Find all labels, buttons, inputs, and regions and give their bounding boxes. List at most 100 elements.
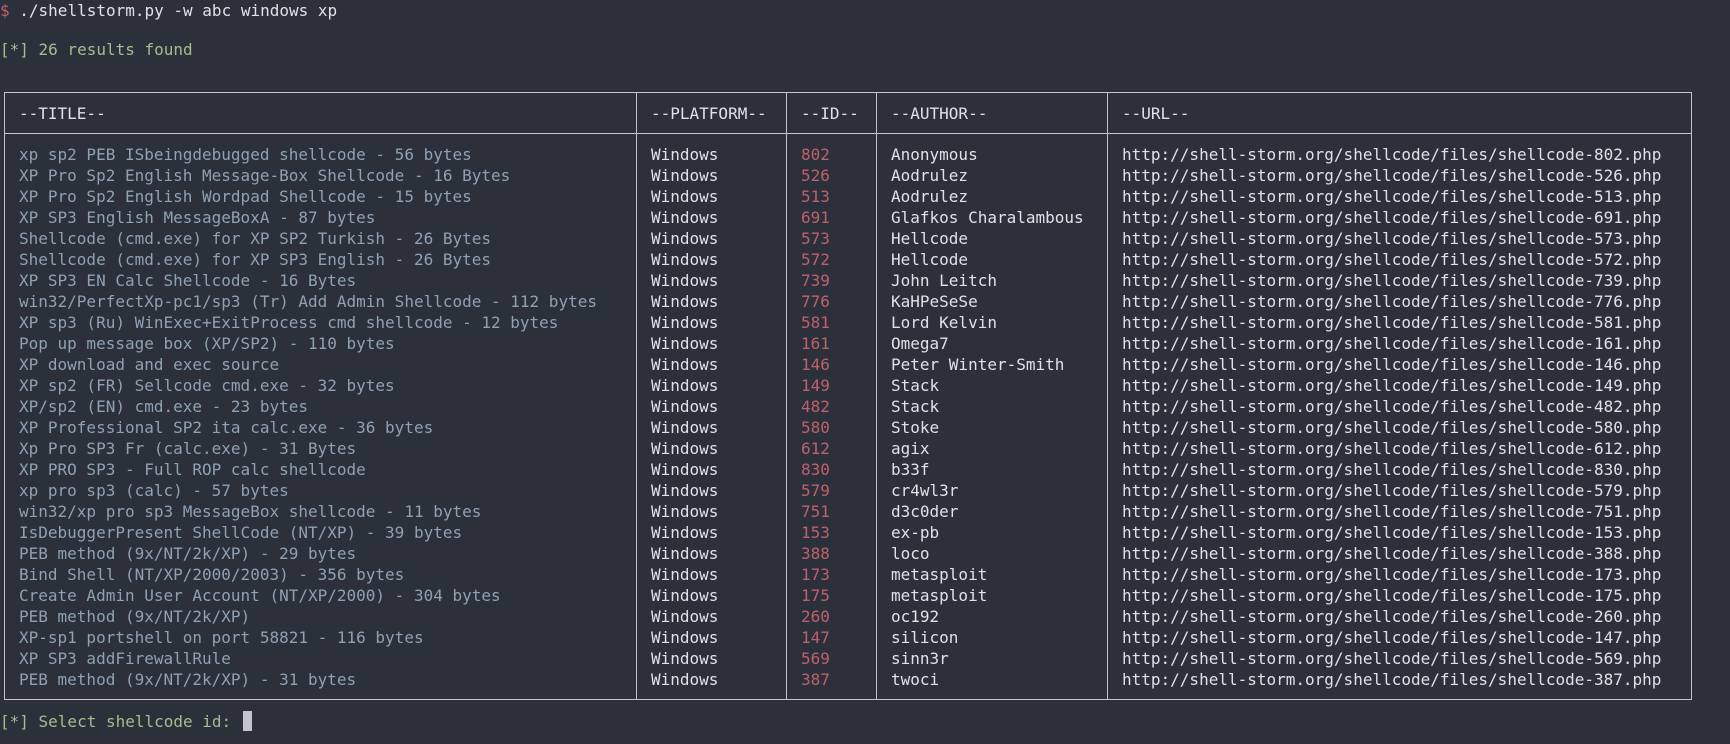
row-author: cr4wl3r [876,480,1108,501]
row-id: 581 [786,312,877,333]
row-author: loco [876,543,1108,564]
row-author: metasploit [876,585,1108,606]
row-platform: Windows [636,627,787,648]
row-id: 573 [786,228,877,249]
row-author: twoci [876,669,1108,700]
row-platform: Windows [636,480,787,501]
row-id: 569 [786,648,877,669]
row-platform: Windows [636,375,787,396]
row-url: http://shell-storm.org/shellcode/files/s… [1107,480,1692,501]
row-title: Shellcode (cmd.exe) for XP SP2 Turkish -… [4,228,637,249]
row-author: oc192 [876,606,1108,627]
table-row: XP sp3 (Ru) WinExec+ExitProcess cmd shel… [4,312,1692,333]
table-row: XP Pro Sp2 English Wordpad Shellcode - 1… [4,186,1692,207]
row-platform: Windows [636,417,787,438]
row-url: http://shell-storm.org/shellcode/files/s… [1107,564,1692,585]
row-platform: Windows [636,648,787,669]
table-row: Shellcode (cmd.exe) for XP SP3 English -… [4,249,1692,270]
row-author: Stack [876,396,1108,417]
row-url: http://shell-storm.org/shellcode/files/s… [1107,627,1692,648]
row-id: 260 [786,606,877,627]
row-author: silicon [876,627,1108,648]
row-title: PEB method (9x/NT/2k/XP) - 29 bytes [4,543,637,564]
row-platform: Windows [636,543,787,564]
row-url: http://shell-storm.org/shellcode/files/s… [1107,522,1692,543]
table-row: XP sp2 (FR) Sellcode cmd.exe - 32 bytes W… [4,375,1692,396]
table-row: XP/sp2 (EN) cmd.exe - 23 bytes Windows 482… [4,396,1692,417]
row-author: agix [876,438,1108,459]
results-table: --TITLE-- --PLATFORM-- --ID-- --AUTHOR--… [4,92,1692,700]
table-row: XP Professional SP2 ita calc.exe - 36 by… [4,417,1692,438]
row-platform: Windows [636,133,787,165]
header-platform: --PLATFORM-- [636,92,787,134]
row-author: Stoke [876,417,1108,438]
table-row: PEB method (9x/NT/2k/XP) - 31 bytes Windo… [4,669,1692,700]
select-prompt-line[interactable]: [*] Select shellcode id: [0,711,252,732]
row-author: Hellcode [876,249,1108,270]
row-id: 751 [786,501,877,522]
row-id: 513 [786,186,877,207]
row-platform: Windows [636,459,787,480]
row-id: 776 [786,291,877,312]
row-title: XP Pro Sp2 English Wordpad Shellcode - 1… [4,186,637,207]
row-title: Shellcode (cmd.exe) for XP SP3 English -… [4,249,637,270]
row-url: http://shell-storm.org/shellcode/files/s… [1107,417,1692,438]
row-author: KaHPeSeSe [876,291,1108,312]
table-header-row: --TITLE-- --PLATFORM-- --ID-- --AUTHOR--… [4,92,1692,134]
row-url: http://shell-storm.org/shellcode/files/s… [1107,606,1692,627]
table-row: Shellcode (cmd.exe) for XP SP2 Turkish -… [4,228,1692,249]
table-row: win32/xp pro sp3 MessageBox shellcode - … [4,501,1692,522]
row-author: Aodrulez [876,165,1108,186]
row-author: Lord Kelvin [876,312,1108,333]
row-url: http://shell-storm.org/shellcode/files/s… [1107,249,1692,270]
row-platform: Windows [636,354,787,375]
row-id: 802 [786,133,877,165]
row-id: 149 [786,375,877,396]
table-row: XP-sp1 portshell on port 58821 - 116 byt… [4,627,1692,648]
row-platform: Windows [636,606,787,627]
row-platform: Windows [636,522,787,543]
row-platform: Windows [636,165,787,186]
row-url: http://shell-storm.org/shellcode/files/s… [1107,396,1692,417]
row-platform: Windows [636,291,787,312]
row-url: http://shell-storm.org/shellcode/files/s… [1107,291,1692,312]
row-platform: Windows [636,438,787,459]
row-url: http://shell-storm.org/shellcode/files/s… [1107,543,1692,564]
row-id: 526 [786,165,877,186]
row-title: XP PRO SP3 - Full ROP calc shellcode [4,459,637,480]
row-id: 580 [786,417,877,438]
header-id: --ID-- [786,92,877,134]
header-url: --URL-- [1107,92,1692,134]
row-platform: Windows [636,333,787,354]
row-title: XP Professional SP2 ita calc.exe - 36 by… [4,417,637,438]
row-title: XP/sp2 (EN) cmd.exe - 23 bytes [4,396,637,417]
header-title: --TITLE-- [4,92,637,134]
row-id: 572 [786,249,877,270]
row-author: Anonymous [876,133,1108,165]
table-row: XP download and exec source Windows 146 Pet… [4,354,1692,375]
row-id: 161 [786,333,877,354]
row-platform: Windows [636,564,787,585]
row-title: Xp Pro SP3 Fr (calc.exe) - 31 Bytes [4,438,637,459]
table-row: Bind Shell (NT/XP/2000/2003) - 356 bytes… [4,564,1692,585]
row-url: http://shell-storm.org/shellcode/files/s… [1107,186,1692,207]
row-id: 739 [786,270,877,291]
table-row: Create Admin User Account (NT/XP/2000) -… [4,585,1692,606]
command-text: ./shellstorm.py -w abc windows xp [9,1,338,20]
row-platform: Windows [636,312,787,333]
row-url: http://shell-storm.org/shellcode/files/s… [1107,501,1692,522]
row-id: 146 [786,354,877,375]
row-title: win32/xp pro sp3 MessageBox shellcode - … [4,501,637,522]
table-row: win32/PerfectXp-pc1/sp3 (Tr) Add Admin S… [4,291,1692,312]
row-id: 173 [786,564,877,585]
table-row: XP Pro Sp2 English Message-Box Shellcode… [4,165,1692,186]
row-platform: Windows [636,207,787,228]
row-title: xp sp2 PEB ISbeingdebugged shellcode - 5… [4,133,637,165]
row-title: Bind Shell (NT/XP/2000/2003) - 356 bytes [4,564,637,585]
table-row: Pop up message box (XP/SP2) - 110 bytes W… [4,333,1692,354]
table-row: xp sp2 PEB ISbeingdebugged shellcode - 5… [4,133,1692,165]
row-id: 830 [786,459,877,480]
row-platform: Windows [636,585,787,606]
table-row: XP SP3 English MessageBoxA - 87 bytes Win… [4,207,1692,228]
text-cursor[interactable] [242,711,252,731]
